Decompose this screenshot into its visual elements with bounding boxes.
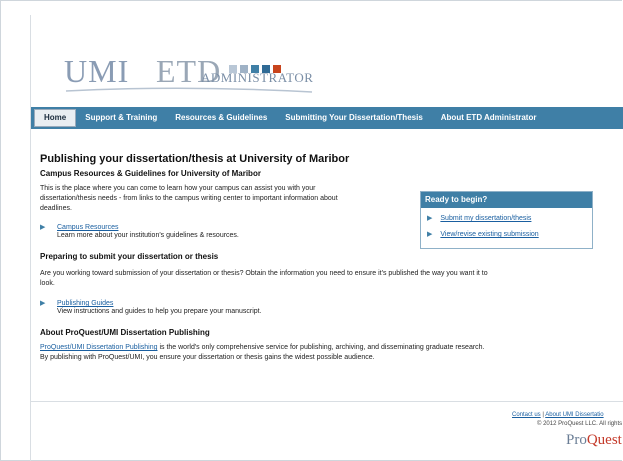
tab-submitting[interactable]: Submitting Your Dissertation/Thesis — [276, 107, 432, 129]
logo-square-3 — [251, 65, 259, 73]
about-proquest-line1: ProQuest/UMI Dissertation Publishing is … — [40, 343, 485, 353]
contact-us-link[interactable]: Contact us — [512, 412, 541, 418]
submit-link[interactable]: Submit my dissertation/thesis — [440, 215, 531, 222]
view-revise-link[interactable]: View/revise existing submission — [440, 231, 538, 238]
campus-resources-desc: Learn more about your institution's guid… — [57, 232, 239, 239]
preparing-text-line1: Are you working toward submission of you… — [40, 270, 488, 277]
bullet-arrow-icon: ▶ — [427, 215, 433, 222]
campus-text-line2: dissertation/thesis needs - from links t… — [40, 195, 338, 202]
main-nav: Home Support & Training Resources & Guid… — [31, 107, 623, 129]
page-title: Publishing your dissertation/thesis at U… — [40, 153, 350, 165]
logo-swoosh — [65, 87, 313, 93]
proquest-logo-quest: Quest — [586, 432, 622, 448]
ready-to-begin-box: Ready to begin? ▶ Submit my dissertation/… — [420, 191, 593, 249]
tab-resources-guidelines[interactable]: Resources & Guidelines — [166, 107, 276, 129]
logo-squares — [229, 65, 281, 73]
ready-heading: Ready to begin? — [421, 192, 592, 208]
footer-divider — [31, 401, 623, 402]
copyright-text: © 2012 ProQuest LLC. All rights — [537, 421, 623, 427]
bullet-arrow-icon: ▶ — [427, 231, 433, 238]
campus-resources-heading: Campus Resources & Guidelines for Univer… — [40, 169, 261, 178]
logo-square-1 — [229, 65, 237, 73]
logo-square-4 — [262, 65, 270, 73]
preparing-heading: Preparing to submit your dissertation or… — [40, 252, 219, 261]
logo-square-2 — [240, 65, 248, 73]
about-umi-link[interactable]: About UMI Dissertatio — [545, 412, 603, 418]
about-proquest-heading: About ProQuest/UMI Dissertation Publishi… — [40, 328, 210, 337]
tab-support-training[interactable]: Support & Training — [76, 107, 166, 129]
footer-links: Contact us | About UMI Dissertatio — [512, 412, 604, 418]
view-revise-item: ▶ View/revise existing submission — [427, 230, 539, 238]
campus-text-line3: deadlines. — [40, 205, 72, 212]
proquest-logo[interactable]: ProQuest — [566, 432, 622, 449]
publishing-guides-desc: View instructions and guides to help you… — [57, 308, 262, 315]
bullet-arrow-icon: ▶ — [40, 300, 46, 307]
tab-about-etd[interactable]: About ETD Administrator — [432, 107, 546, 129]
about-proquest-line2: By publishing with ProQuest/UMI, you ens… — [40, 354, 375, 361]
campus-text-line1: This is the place where you can come to … — [40, 185, 316, 192]
submit-item: ▶ Submit my dissertation/thesis — [427, 214, 531, 222]
proquest-publishing-link[interactable]: ProQuest/UMI Dissertation Publishing — [40, 344, 158, 351]
bullet-arrow-icon: ▶ — [40, 224, 46, 231]
page-container: UMI ETD ADMINISTRATOR Home Support & Tra… — [30, 15, 623, 461]
proquest-logo-pro: Pro — [566, 432, 587, 448]
preparing-text-line2: look. — [40, 280, 55, 287]
logo-square-5 — [273, 65, 281, 73]
about-proquest-line1-text: is the world's only comprehensive servic… — [157, 344, 485, 351]
tab-home[interactable]: Home — [34, 109, 77, 127]
